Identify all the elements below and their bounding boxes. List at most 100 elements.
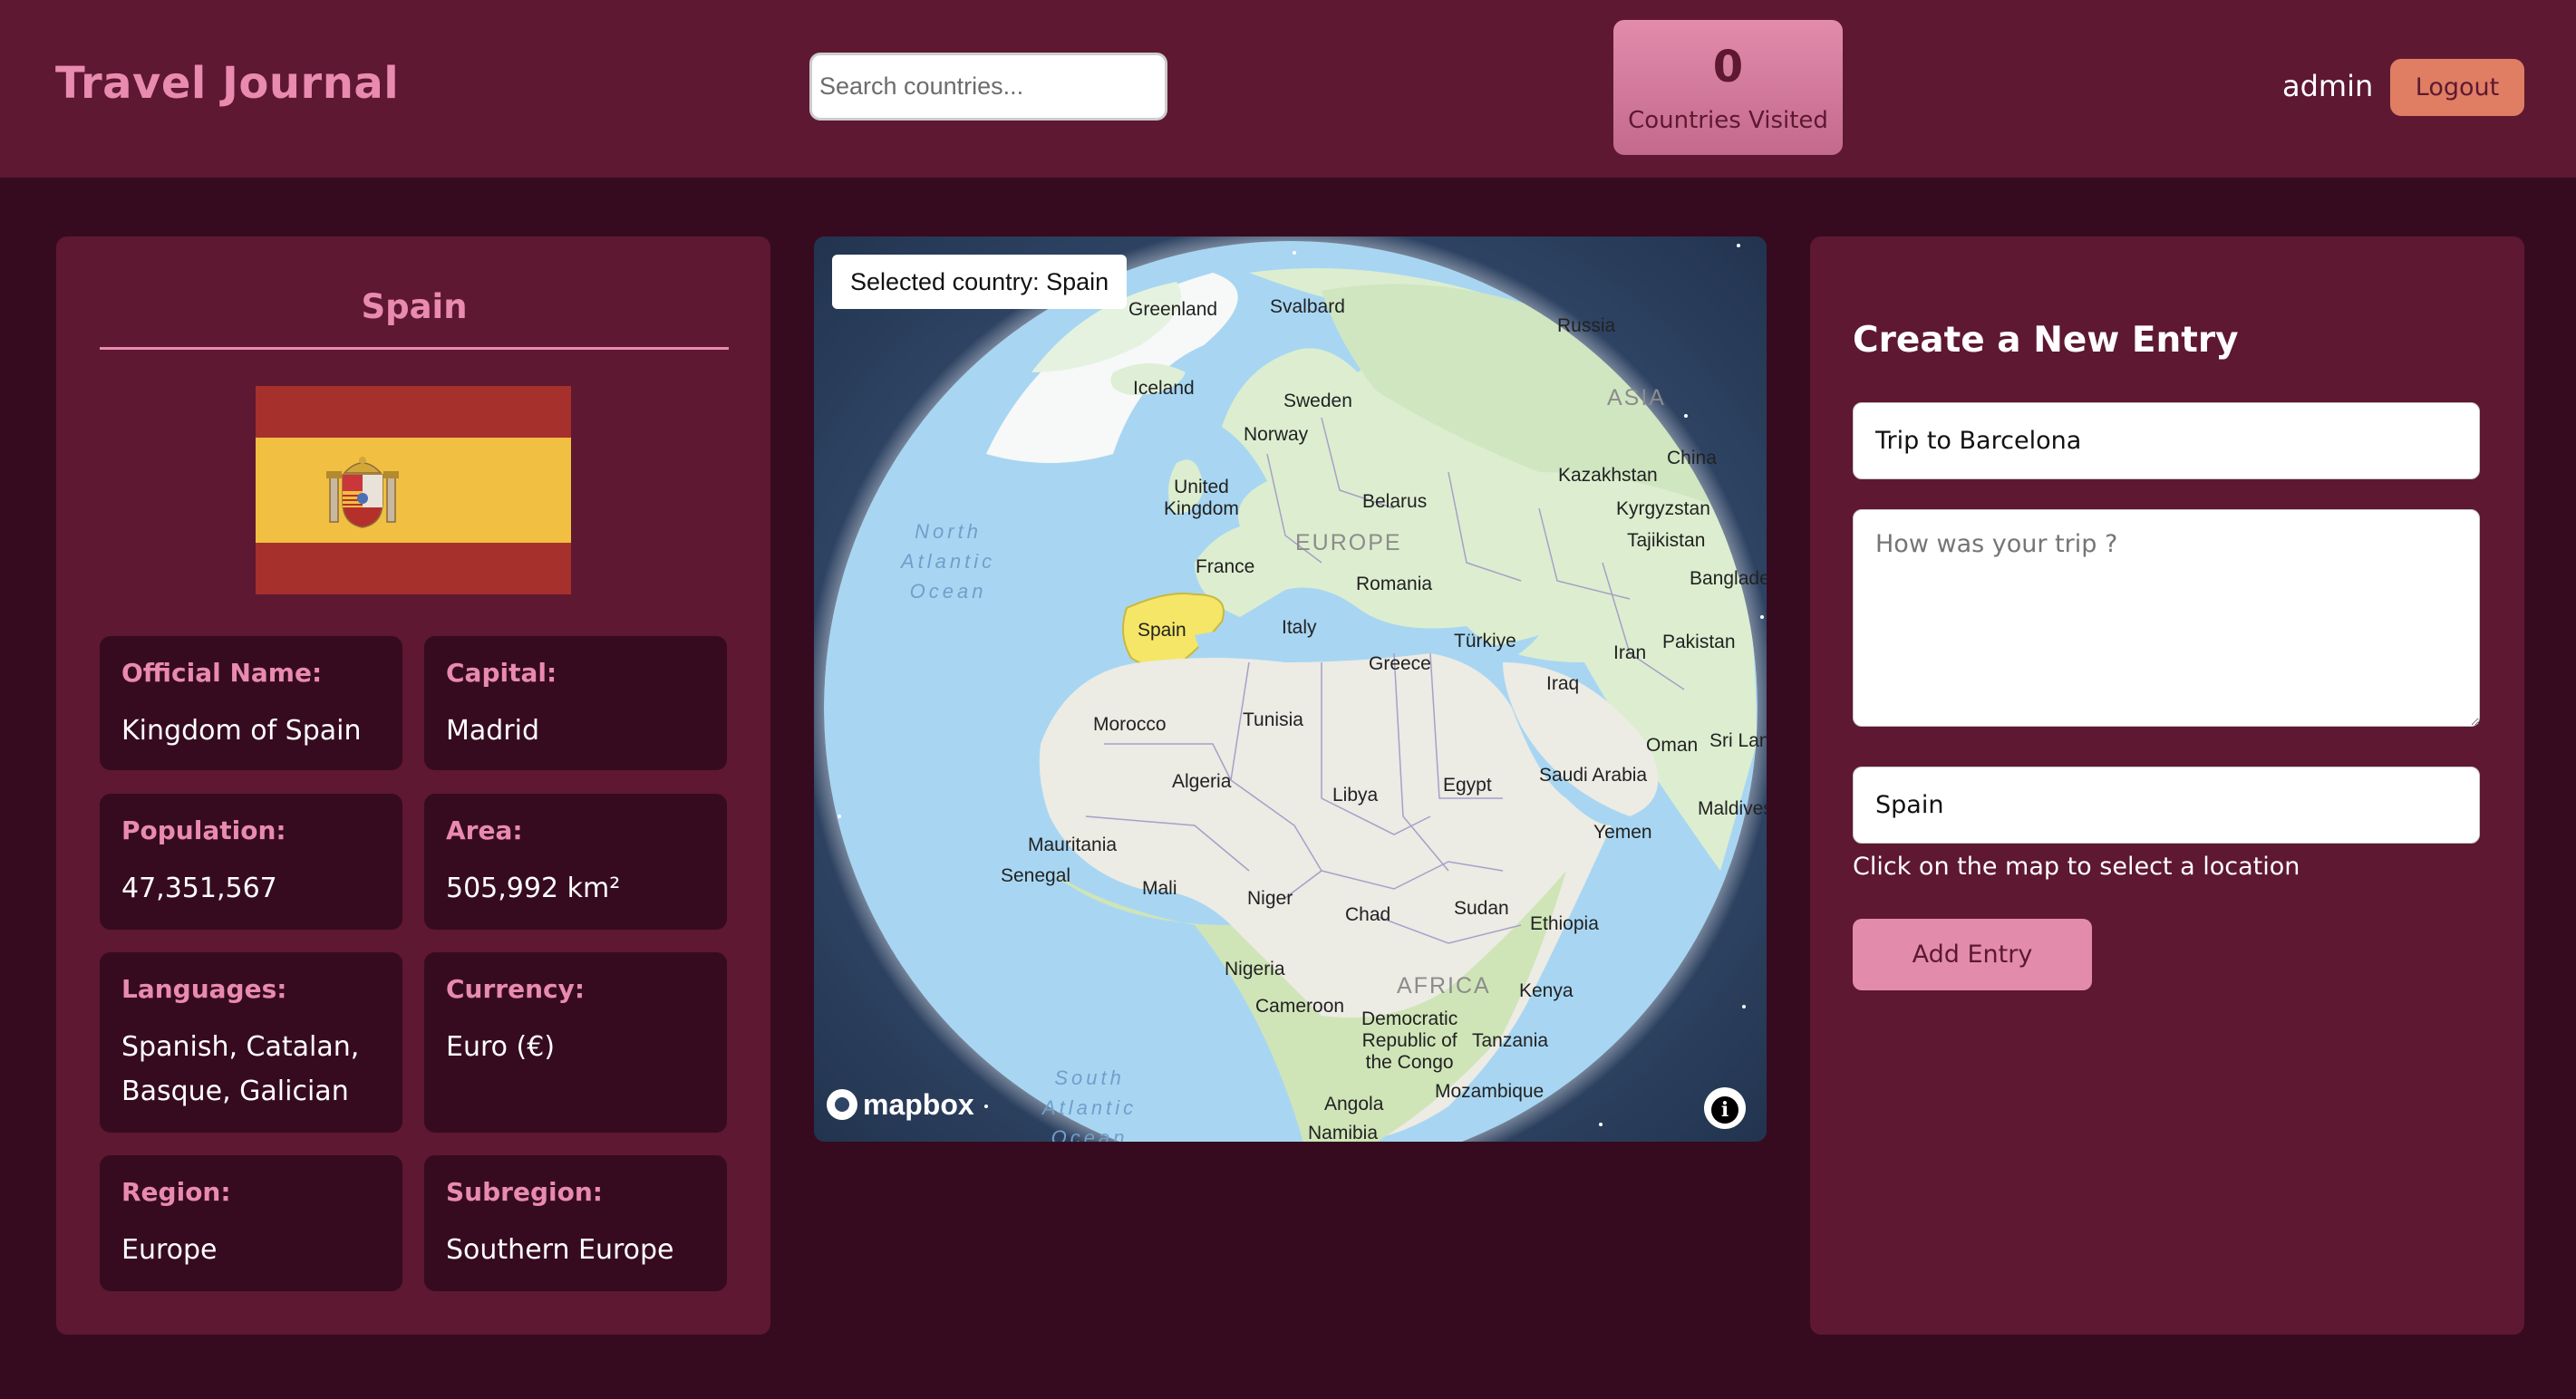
entry-location-input[interactable]	[1853, 767, 2480, 844]
fact-value: Southern Europe	[446, 1234, 674, 1266]
map-label-norway: Norway	[1244, 424, 1309, 445]
map-label-tajikistan: Tajikistan	[1627, 530, 1706, 551]
fact-population: Population: 47,351,567	[100, 794, 402, 930]
entry-title-input[interactable]	[1853, 402, 2480, 479]
map-label-morocco: Morocco	[1093, 714, 1167, 735]
map-label-greenland: Greenland	[1128, 299, 1218, 320]
map-label-france: France	[1196, 556, 1255, 577]
map-label-kenya: Kenya	[1519, 980, 1574, 1001]
fact-currency: Currency: Euro (€)	[424, 952, 727, 1133]
map-label-maldives: Maldives	[1698, 798, 1767, 819]
map-label-north-atlantic: North Atlantic Ocean	[901, 520, 996, 603]
map-label-yemen: Yemen	[1593, 822, 1652, 843]
fact-value: Madrid	[446, 715, 540, 747]
map-label-africa: AFRICA	[1397, 973, 1491, 999]
fact-value: Spanish, Catalan, Basque, Galician	[121, 1031, 360, 1107]
map-label-europe: EUROPE	[1295, 530, 1402, 555]
map-label-tanzania: Tanzania	[1472, 1030, 1549, 1051]
fact-value: Euro (€)	[446, 1031, 556, 1063]
map-label-greece: Greece	[1369, 653, 1431, 674]
selected-country-badge: Selected country: Spain	[832, 255, 1128, 309]
fact-official-name: Official Name: Kingdom of Spain	[100, 636, 402, 770]
map-label-mauritania: Mauritania	[1028, 835, 1118, 855]
fact-label: Region:	[121, 1177, 231, 1207]
mapbox-wordmark: mapbox	[863, 1088, 974, 1121]
map-label-oman: Oman	[1646, 735, 1699, 756]
app-title: Travel Journal	[55, 58, 400, 109]
logout-button[interactable]: Logout	[2390, 59, 2524, 116]
map-label-kazakhstan: Kazakhstan	[1558, 465, 1658, 486]
title-divider	[100, 347, 729, 350]
map-label-chad: Chad	[1345, 904, 1391, 925]
map-label-saudi-arabia: Saudi Arabia	[1539, 765, 1648, 786]
map-label-spain: Spain	[1138, 620, 1186, 641]
mapbox-logo-icon	[827, 1089, 857, 1120]
username: admin	[2282, 69, 2374, 103]
map-label-ethiopia: Ethiopia	[1530, 913, 1599, 934]
map-label-namibia: Namibia	[1308, 1123, 1379, 1142]
map-label-south-atlantic: South Atlantic Ocean	[1042, 1066, 1138, 1142]
countries-visited-card: 0 Countries Visited	[1613, 20, 1843, 155]
mapbox-logo[interactable]: mapbox	[827, 1088, 974, 1122]
map-label-angola: Angola	[1324, 1094, 1384, 1114]
info-icon[interactable]: i	[1704, 1087, 1746, 1129]
map-label-libya: Libya	[1332, 785, 1379, 806]
map-label-china: China	[1667, 448, 1717, 468]
country-info-panel: Spain Official Name: Kingdom of Spain Ca…	[56, 236, 770, 1335]
map-label-senegal: Senegal	[1001, 865, 1071, 886]
entry-notes-textarea[interactable]	[1853, 509, 2480, 727]
globe-map[interactable]: Selected country: Spain Greenland Svalba…	[814, 236, 1767, 1142]
map-label-iran: Iran	[1613, 642, 1647, 663]
country-name: Spain	[361, 287, 468, 326]
location-hint: Click on the map to select a location	[1853, 853, 2300, 881]
map-label-pakistan: Pakistan	[1662, 632, 1736, 652]
fact-area: Area: 505,992 km²	[424, 794, 727, 930]
fact-label: Currency:	[446, 974, 586, 1004]
map-label-cameroon: Cameroon	[1255, 996, 1345, 1017]
map-label-svalbard: Svalbard	[1270, 296, 1345, 317]
map-label-mali: Mali	[1142, 878, 1177, 899]
map-label-egypt: Egypt	[1443, 775, 1492, 796]
fact-label: Capital:	[446, 658, 557, 688]
map-label-romania: Romania	[1356, 574, 1433, 594]
search-input[interactable]	[809, 53, 1167, 121]
fact-capital: Capital: Madrid	[424, 636, 727, 770]
form-title: Create a New Entry	[1853, 320, 2239, 361]
fact-value: Kingdom of Spain	[121, 715, 362, 747]
fact-label: Area:	[446, 815, 523, 845]
map-label-belarus: Belarus	[1362, 491, 1428, 512]
fact-label: Population:	[121, 815, 286, 845]
fact-value: 47,351,567	[121, 873, 277, 904]
add-entry-button[interactable]: Add Entry	[1853, 919, 2092, 990]
map-label-kyrgyzstan: Kyrgyzstan	[1616, 498, 1710, 519]
map-label-russia: Russia	[1557, 315, 1616, 336]
fact-value: 505,992 km²	[446, 873, 621, 904]
spain-flag	[256, 386, 571, 594]
countries-visited-label: Countries Visited	[1628, 107, 1828, 134]
map-label-tunisia: Tunisia	[1243, 709, 1303, 730]
map-label-mozambique: Mozambique	[1435, 1081, 1545, 1102]
map-label-nigeria: Nigeria	[1225, 959, 1285, 979]
fact-label: Official Name:	[121, 658, 323, 688]
map-label-sri-lanka: Sri Lan	[1709, 730, 1767, 751]
fact-value: Europe	[121, 1234, 218, 1266]
fact-label: Subregion:	[446, 1177, 603, 1207]
fact-label: Languages:	[121, 974, 287, 1004]
map-label-sweden: Sweden	[1283, 391, 1352, 411]
new-entry-panel: Create a New Entry Click on the map to s…	[1810, 236, 2524, 1335]
map-label-asia: ASIA	[1607, 385, 1666, 410]
map-label-sudan: Sudan	[1454, 898, 1509, 919]
fact-region: Region: Europe	[100, 1155, 402, 1291]
map-label-iraq: Iraq	[1546, 673, 1580, 694]
map-label-united-kingdom: United Kingdom	[1164, 477, 1239, 519]
map-label-algeria: Algeria	[1172, 771, 1232, 792]
fact-languages: Languages: Spanish, Catalan, Basque, Gal…	[100, 952, 402, 1133]
app-header: Travel Journal 0 Countries Visited admin…	[0, 0, 2576, 178]
countries-visited-count: 0	[1712, 42, 1744, 92]
map-label-bangladesh: Banglade	[1690, 568, 1767, 589]
map-label-drc: Democratic Republic of the Congo	[1361, 1008, 1458, 1073]
map-label-iceland: Iceland	[1133, 378, 1195, 399]
map-label-turkiye: Türkiye	[1454, 631, 1516, 651]
map-label-niger: Niger	[1247, 888, 1293, 909]
fact-subregion: Subregion: Southern Europe	[424, 1155, 727, 1291]
